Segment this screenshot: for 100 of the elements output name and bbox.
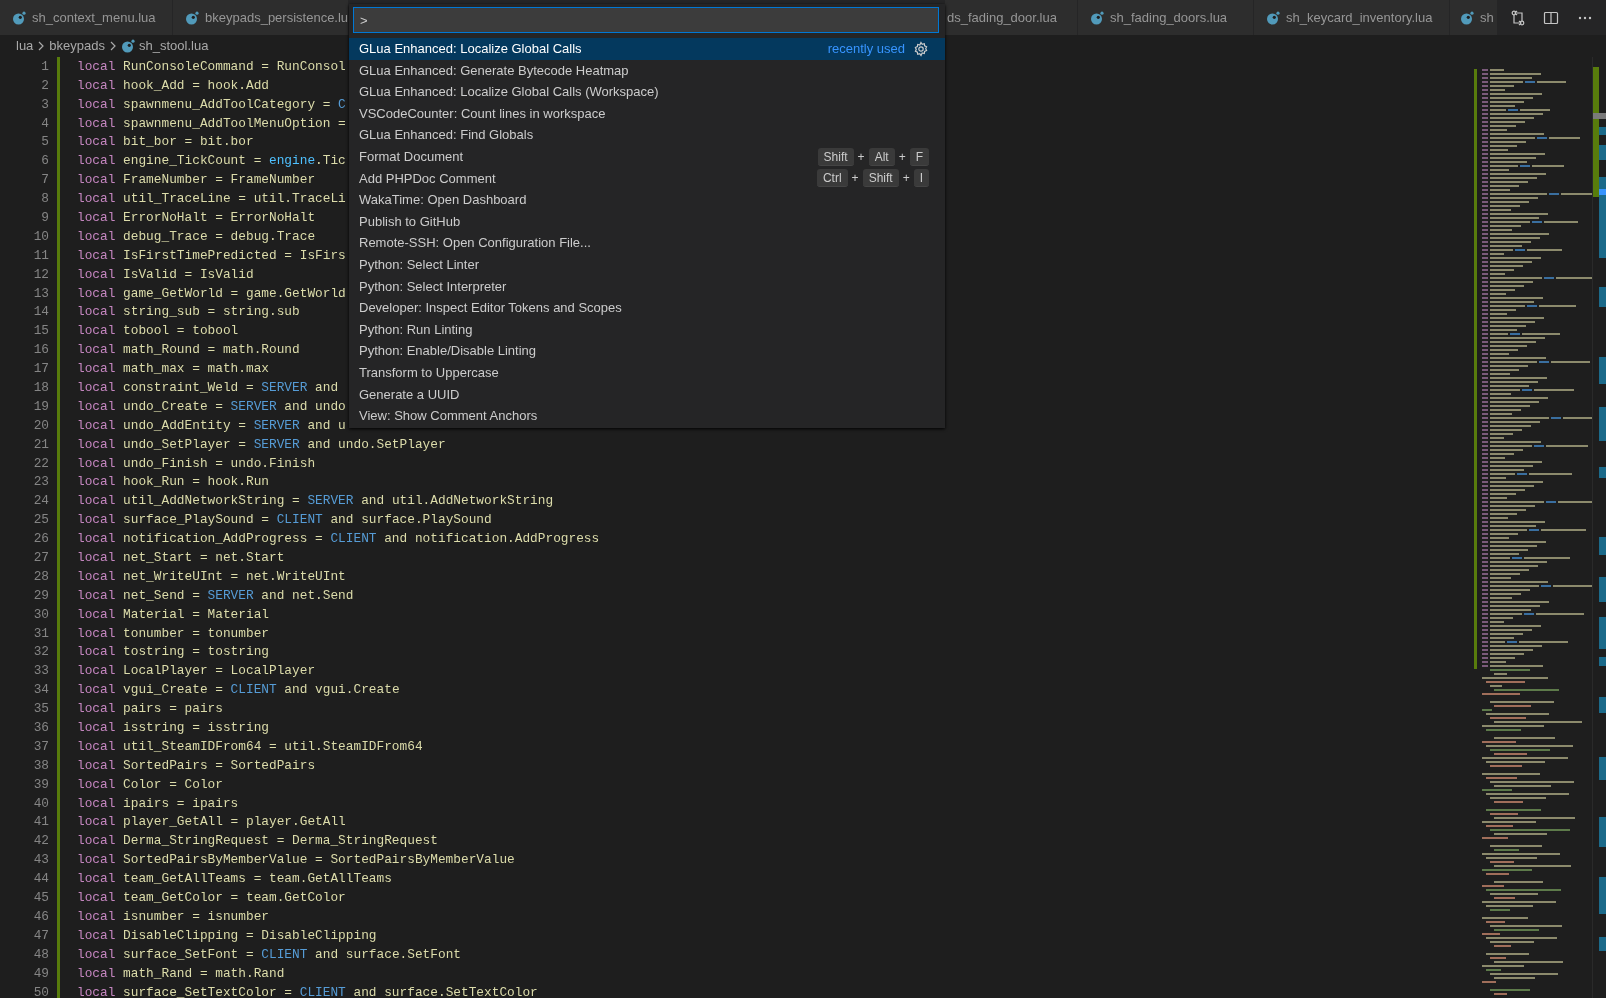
code-line: local player_GetAll = player.GetAll — [77, 813, 346, 832]
line-number: 25 — [32, 511, 49, 530]
line-number: 11 — [32, 246, 49, 265]
command-item[interactable]: Python: Select Linter — [349, 253, 945, 276]
code-line: local undo_SetPlayer = SERVER and undo.SetPlayer — [77, 435, 446, 454]
command-item[interactable]: Developer: Inspect Editor Tokens and Scopes — [349, 297, 945, 319]
editor-tab[interactable]: sh_fading_doors.lua — [1078, 0, 1254, 35]
editor-tab[interactable]: bkeypads_persistence.lu — [173, 0, 349, 35]
plus-sign: + — [851, 170, 859, 188]
line-number: 30 — [32, 605, 49, 624]
code-line: local net_WriteUInt = net.WriteUInt — [77, 567, 346, 586]
line-number: 17 — [32, 360, 49, 379]
command-item[interactable]: Transform to Uppercase — [349, 361, 945, 384]
command-item[interactable]: GLua Enhanced: Generate Bytecode Heatmap — [349, 59, 945, 82]
code-line: local math_max = math.max — [77, 360, 269, 379]
keyboard-key: Shift — [817, 147, 854, 166]
code-line: local string_sub = string.sub — [77, 303, 300, 322]
code-line: local surface_SetTextColor = CLIENT and surface.SetTextColor — [77, 983, 538, 998]
settings-icon[interactable] — [913, 40, 929, 57]
command-input[interactable]: > — [353, 7, 939, 33]
line-number: 2 — [40, 76, 49, 95]
line-number: 50 — [32, 983, 49, 998]
line-number: 41 — [32, 813, 49, 832]
code-line: local math_Rand = math.Rand — [77, 964, 285, 983]
code-line: local hook_Add = hook.Add — [77, 76, 269, 95]
line-number: 27 — [32, 549, 49, 567]
breadcrumb-item[interactable]: sh_stool.lua — [139, 36, 209, 56]
keyboard-key: I — [913, 169, 929, 188]
code-line: local IsFirstTimePredicted = IsFirs — [77, 246, 346, 265]
code-line: local IsValid = IsValid — [77, 265, 254, 284]
code-line: local tostring = tostring — [77, 643, 269, 662]
line-number: 31 — [32, 624, 49, 643]
code-line: local spawnmenu_AddToolMenuOption = — [77, 114, 346, 133]
line-number: 26 — [32, 530, 49, 549]
code-line: local Derma_StringRequest = Derma_StringRequest — [77, 832, 438, 851]
command-item[interactable]: Remote-SSH: Open Configuration File... — [349, 232, 945, 254]
command-item[interactable]: Python: Select Interpreter — [349, 275, 945, 298]
command-item[interactable]: WakaTime: Open Dashboard — [349, 189, 945, 211]
code-line: local Color = Color — [77, 775, 223, 794]
editor-tab[interactable]: sh_context_menu.lua — [0, 0, 173, 35]
editor-tab[interactable]: sh — [1450, 0, 1497, 35]
plus-sign: + — [898, 148, 906, 166]
code-line: local tobool = tobool — [77, 322, 239, 341]
line-number: 39 — [32, 775, 49, 794]
split-editor-icon[interactable] — [1543, 9, 1560, 26]
code-line: local SortedPairsByMemberValue = SortedPairsByMemberValue — [77, 851, 515, 870]
line-number: 16 — [32, 341, 49, 360]
command-item[interactable]: Publish to GitHub — [349, 210, 945, 233]
command-item[interactable]: GLua Enhanced: Localize Global Calls (Workspace) — [349, 81, 945, 103]
code-line: local undo_AddEntity = SERVER and u — [77, 416, 346, 435]
keyboard-key: Alt — [868, 147, 895, 166]
line-number: 49 — [32, 964, 49, 983]
breadcrumb-item[interactable]: bkeypads — [49, 36, 105, 56]
compare-changes-icon[interactable] — [1509, 9, 1526, 26]
code-line: local game_GetWorld = game.GetWorld — [77, 284, 346, 303]
line-number: 5 — [40, 133, 49, 152]
line-number: 20 — [32, 416, 49, 435]
code-line: local surface_PlaySound = CLIENT and surface.PlaySound — [77, 511, 492, 530]
line-number: 14 — [32, 303, 49, 322]
file-icon — [121, 39, 135, 53]
recently-used-label: recently used — [827, 40, 905, 59]
line-number: 34 — [32, 681, 49, 700]
line-number: 22 — [32, 454, 49, 473]
code-line: local debug_Trace = debug.Trace — [77, 227, 316, 246]
line-number: 44 — [32, 870, 49, 889]
code-line: local FrameNumber = FrameNumber — [77, 171, 316, 190]
breadcrumb-item[interactable]: lua — [16, 36, 34, 56]
line-number: 29 — [32, 586, 49, 605]
command-item[interactable]: GLua Enhanced: Find Globals — [349, 124, 945, 146]
command-item[interactable]: Format Document Shift + Alt + F — [349, 145, 945, 168]
command-item[interactable]: Python: Enable/Disable Linting — [349, 340, 945, 362]
command-item[interactable]: Add PHPDoc Comment Ctrl + Shift + I — [349, 167, 945, 190]
editor-tab[interactable]: sh_keycard_inventory.lua — [1254, 0, 1450, 35]
code-line: local net_Start = net.Start — [77, 549, 285, 567]
line-number: 12 — [32, 265, 49, 284]
code-line: local ErrorNoHalt = ErrorNoHalt — [77, 209, 316, 227]
line-number: 37 — [32, 737, 49, 756]
command-item[interactable]: Generate a UUID — [349, 383, 945, 406]
line-number: 3 — [40, 95, 49, 114]
code-line: local vgui_Create = CLIENT and vgui.Create — [77, 681, 400, 700]
code-line: local net_Send = SERVER and net.Send — [77, 586, 354, 605]
line-number: 33 — [32, 662, 49, 681]
code-line: local isnumber = isnumber — [77, 907, 269, 926]
code-line: local RunConsoleCommand = RunConsol — [77, 57, 346, 76]
command-item[interactable]: GLua Enhanced: Localize Global Calls recently used — [349, 38, 945, 60]
code-line: local team_GetColor = team.GetColor — [77, 889, 346, 908]
line-number: 19 — [32, 397, 49, 416]
code-line: local SortedPairs = SortedPairs — [77, 756, 316, 775]
line-number: 47 — [32, 926, 49, 945]
line-number: 10 — [32, 227, 49, 246]
command-item[interactable]: VSCodeCounter: Count lines in workspace — [349, 102, 945, 125]
line-number: 9 — [40, 209, 49, 227]
command-item[interactable]: Python: Run Linting — [349, 318, 945, 341]
line-number: 8 — [40, 190, 49, 209]
line-number: 46 — [32, 907, 49, 926]
code-line: local util_SteamIDFrom64 = util.SteamIDFrom64 — [77, 737, 423, 756]
command-item[interactable]: View: Show Comment Anchors — [349, 405, 945, 427]
code-line: local spawnmenu_AddToolCategory = C — [77, 95, 346, 114]
editor-tab[interactable]: ds_fading_door.lua — [945, 0, 1078, 35]
code-line: local notification_AddProgress = CLIENT and notification.AddProgress — [77, 530, 600, 549]
